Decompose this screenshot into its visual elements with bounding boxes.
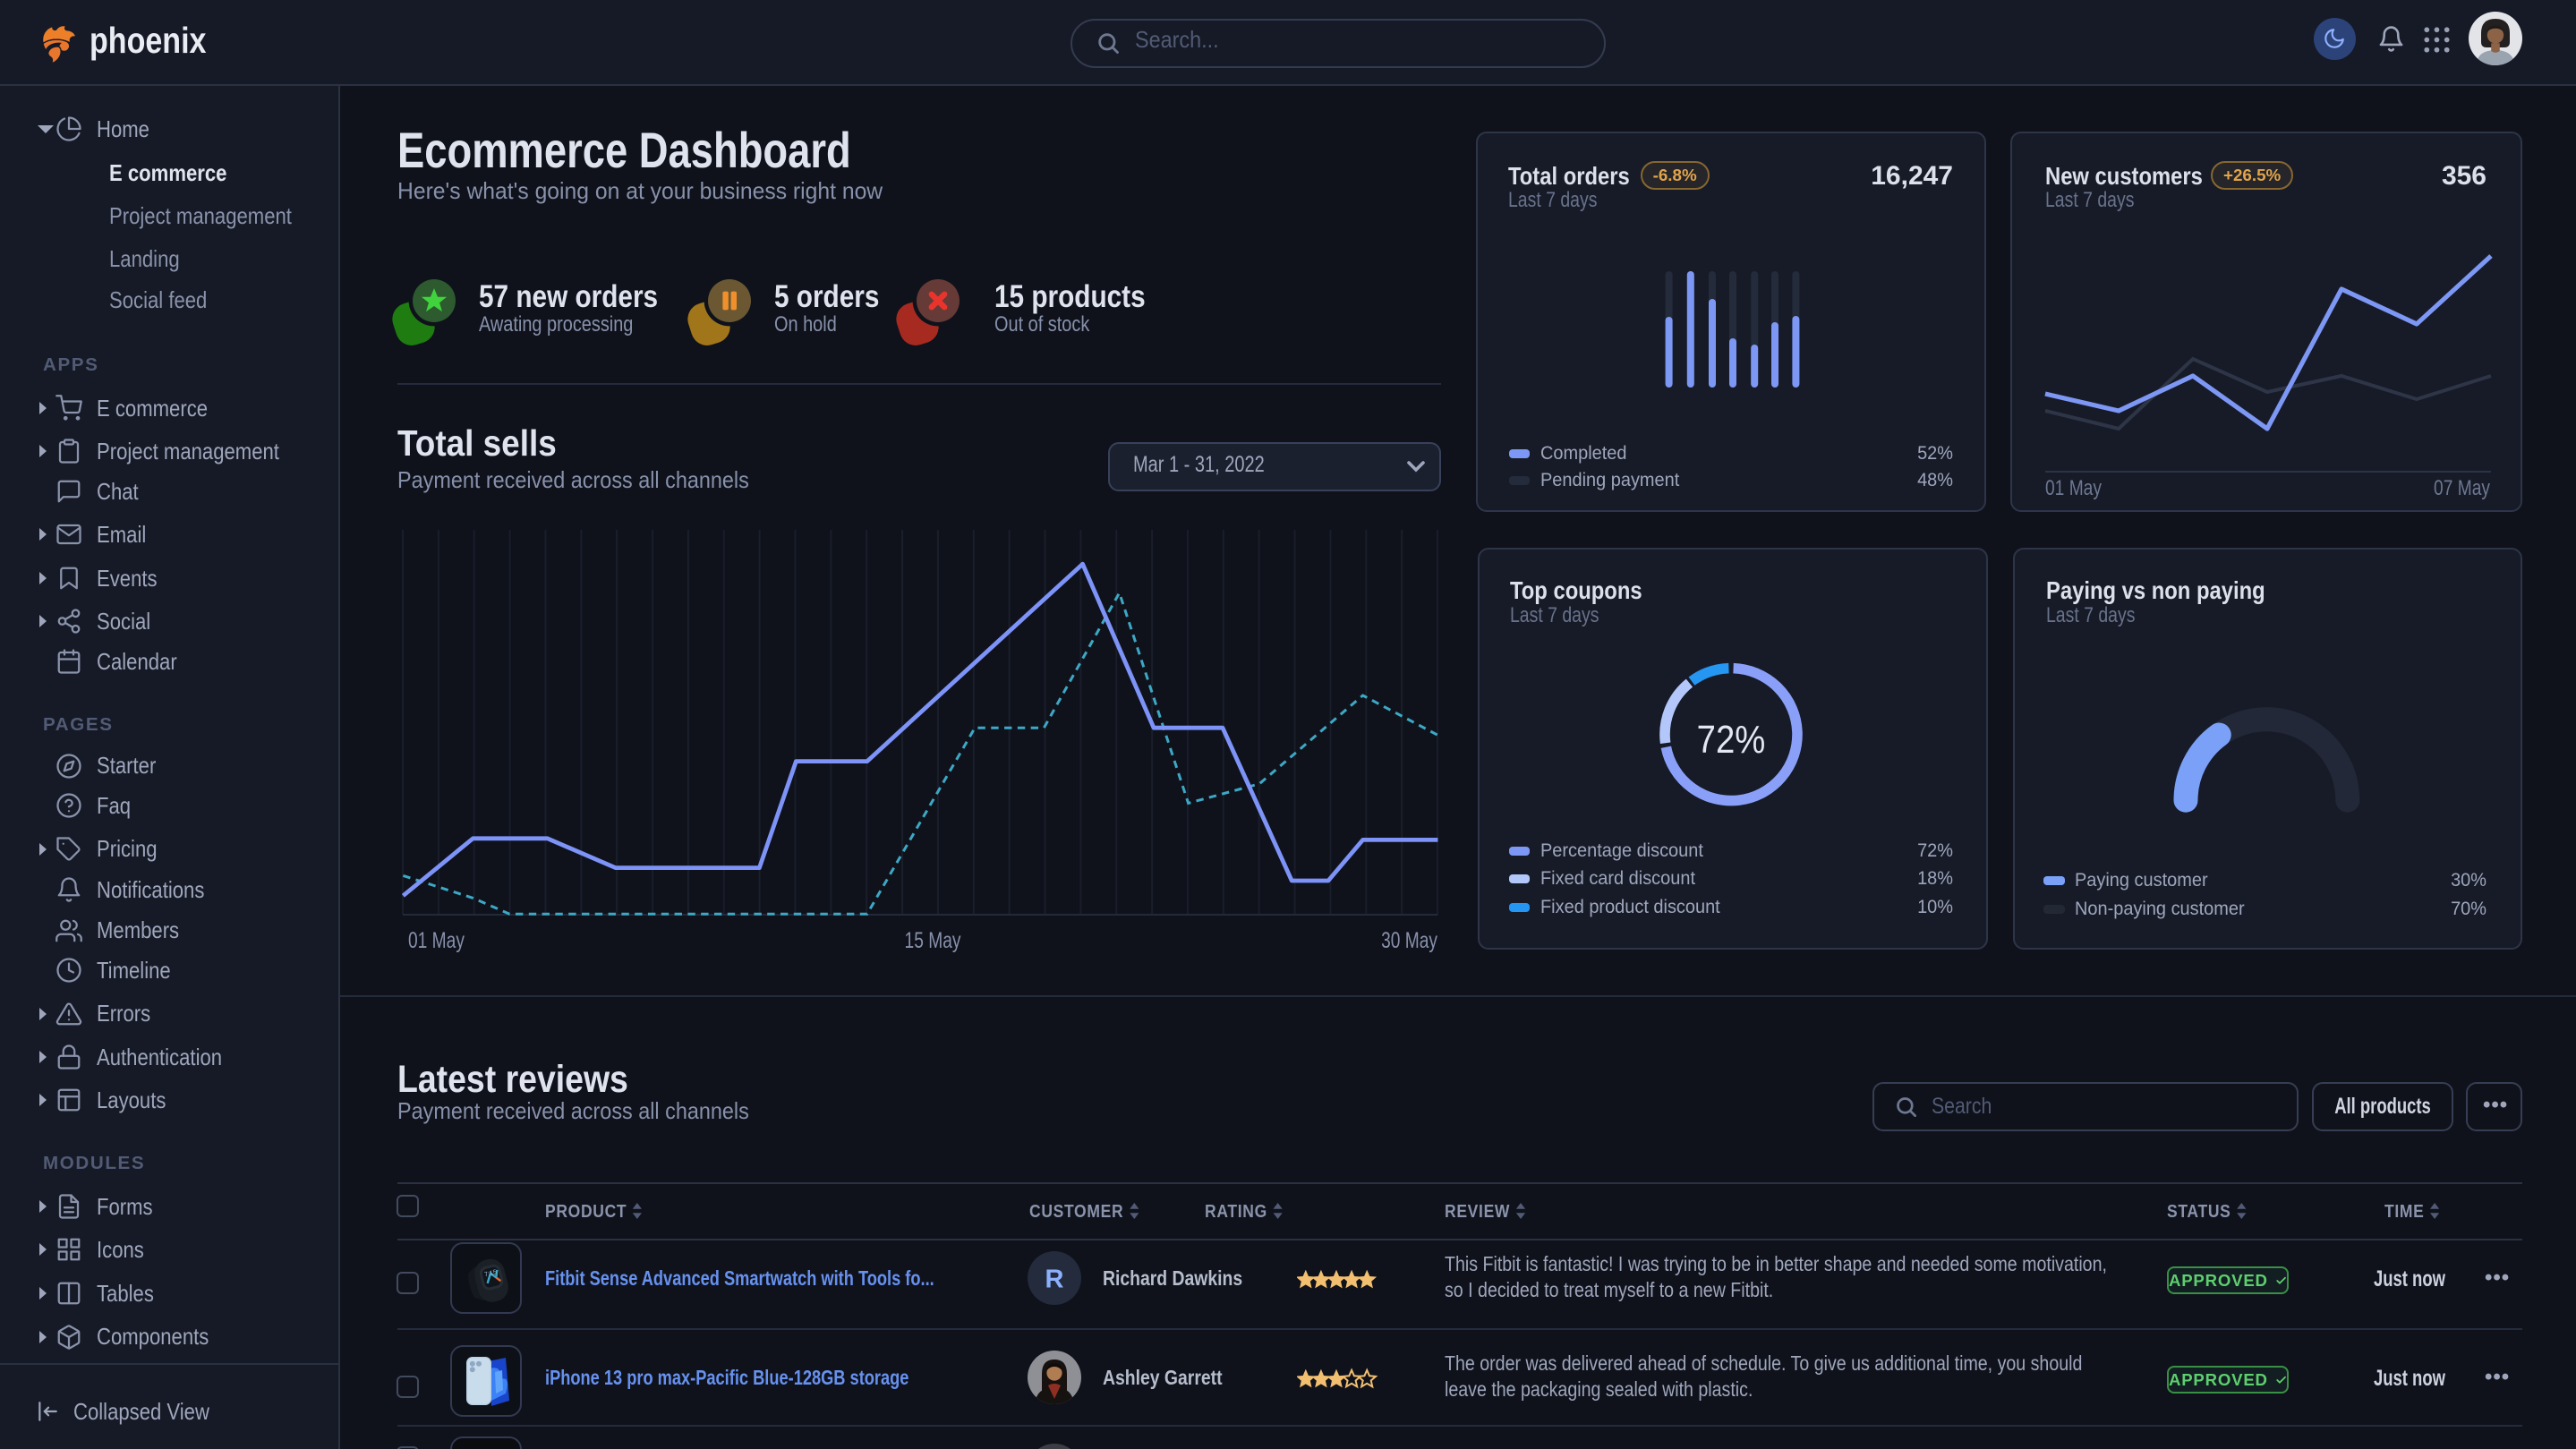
svg-text:R: R — [1045, 1265, 1064, 1293]
